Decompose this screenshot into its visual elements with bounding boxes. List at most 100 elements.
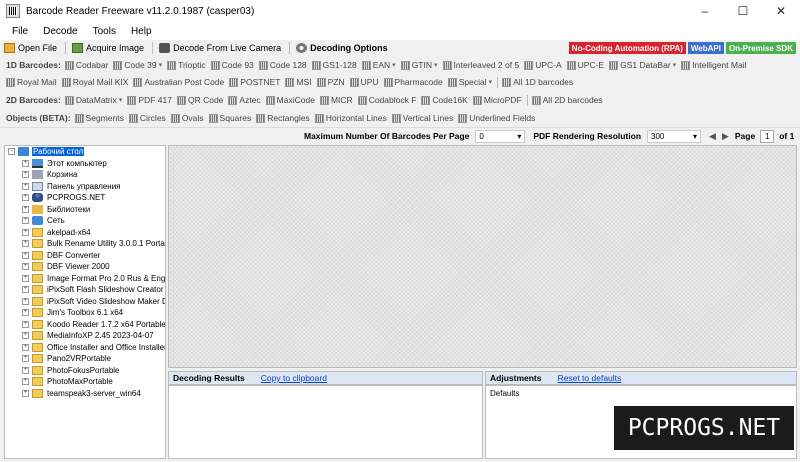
expand-icon[interactable]: +: [22, 389, 29, 397]
barcode-toggle-aztec[interactable]: Aztec: [228, 95, 261, 105]
barcode-toggle-maxicode[interactable]: MaxiCode: [265, 95, 315, 105]
chevron-down-icon[interactable]: ▾: [159, 61, 163, 69]
tree-item[interactable]: + akelpad-x64: [5, 227, 165, 239]
expand-icon[interactable]: +: [22, 286, 29, 294]
rpa-link-badge[interactable]: No-Coding Automation (RPA): [568, 42, 686, 54]
object-toggle-horizontal-lines[interactable]: Horizontal Lines: [314, 113, 387, 123]
object-toggle-vertical-lines[interactable]: Vertical Lines: [391, 113, 453, 123]
barcode-toggle-code128[interactable]: Code 128: [258, 60, 307, 70]
tree-item[interactable]: + Панель управления: [5, 181, 165, 193]
barcode-toggle-royal-mail-kix[interactable]: Royal Mail KIX: [61, 77, 128, 87]
expand-icon[interactable]: +: [22, 251, 29, 259]
page-prev-icon[interactable]: ◀: [709, 131, 716, 142]
chevron-down-icon[interactable]: ▾: [119, 96, 123, 104]
object-toggle-ovals[interactable]: Ovals: [170, 113, 204, 123]
pdf-resolution-select[interactable]: 300 ▾: [647, 129, 702, 143]
barcode-toggle-qrcode[interactable]: QR Code: [176, 95, 223, 105]
barcode-toggle-australian-post[interactable]: Australian Post Code: [133, 77, 224, 87]
barcode-toggle-i2of5[interactable]: Interleaved 2 of 5: [442, 60, 519, 70]
webapi-link-badge[interactable]: WebAPI: [687, 42, 724, 54]
expand-icon[interactable]: +: [22, 320, 29, 328]
tree-item[interactable]: + Jim's Toolbox 6.1 x64: [5, 307, 165, 319]
object-toggle-segments[interactable]: Segments: [74, 113, 124, 123]
barcode-toggle-all-1d[interactable]: All 1D barcodes: [502, 77, 573, 87]
folder-tree[interactable]: - Рабочий стол + Этот компьютер + Корзина + Пан…: [4, 145, 166, 459]
tree-item[interactable]: + Image Format Pro 2.0 Rus & Eng F: [5, 273, 165, 285]
tree-item[interactable]: + DBF Converter: [5, 250, 165, 262]
barcode-toggle-trioptic[interactable]: Trioptic: [167, 60, 206, 70]
chevron-down-icon[interactable]: ▾: [392, 61, 396, 69]
barcode-toggle-micropdf[interactable]: MicroPDF: [472, 95, 522, 105]
barcode-toggle-pharmacode[interactable]: Pharmacode: [383, 77, 443, 87]
tree-item[interactable]: + PhotoMaxPortable: [5, 376, 165, 388]
image-preview-area[interactable]: [168, 145, 797, 368]
barcode-toggle-code16k[interactable]: Code16K: [421, 95, 468, 105]
barcode-toggle-upu[interactable]: UPU: [349, 77, 379, 87]
barcode-toggle-postnet[interactable]: POSTNET: [229, 77, 280, 87]
expand-icon[interactable]: +: [22, 171, 29, 179]
expand-icon[interactable]: +: [22, 205, 29, 213]
tree-item[interactable]: + Библиотеки: [5, 204, 165, 216]
barcode-toggle-ean[interactable]: EAN ▾: [361, 60, 396, 70]
menu-file[interactable]: File: [6, 26, 34, 37]
barcode-toggle-special[interactable]: Special ▾: [447, 77, 493, 87]
barcode-toggle-royal-mail[interactable]: Royal Mail: [6, 77, 57, 87]
acquire-image-button[interactable]: Acquire Image: [72, 43, 144, 53]
expand-icon[interactable]: +: [22, 182, 29, 190]
decoding-options-button[interactable]: Decoding Options: [296, 43, 388, 53]
barcode-toggle-datamatrix[interactable]: DataMatrix ▾: [64, 95, 123, 105]
tree-item[interactable]: + PCPROGS.NET: [5, 192, 165, 204]
expand-icon[interactable]: +: [22, 194, 29, 202]
expand-icon[interactable]: +: [22, 240, 29, 248]
expand-icon[interactable]: +: [22, 228, 29, 236]
sdk-link-badge[interactable]: On-Premise SDK: [725, 42, 796, 54]
barcode-toggle-intelligent-mail[interactable]: Intelligent Mail: [681, 60, 747, 70]
expand-icon[interactable]: +: [22, 309, 29, 317]
chevron-down-icon[interactable]: ▾: [673, 61, 677, 69]
tree-item[interactable]: + Pano2VRPortable: [5, 353, 165, 365]
chevron-down-icon[interactable]: ▾: [434, 61, 438, 69]
tree-item[interactable]: + Корзина: [5, 169, 165, 181]
barcode-toggle-gtin[interactable]: GTIN ▾: [400, 60, 438, 70]
tree-item[interactable]: + teamspeak3-server_win64: [5, 388, 165, 400]
expand-icon[interactable]: +: [22, 378, 29, 386]
tree-item[interactable]: + Office Installer and Office Installer+: [5, 342, 165, 354]
tree-item[interactable]: + Bulk Rename Utility 3.0.0.1 Portab: [5, 238, 165, 250]
expand-icon[interactable]: +: [22, 343, 29, 351]
reset-defaults-link[interactable]: Reset to defaults: [557, 373, 621, 383]
menu-decode[interactable]: Decode: [37, 26, 83, 37]
barcode-toggle-gs1-128[interactable]: GS1-128: [311, 60, 357, 70]
barcode-toggle-code93[interactable]: Code 93: [210, 60, 254, 70]
tree-item[interactable]: + Сеть: [5, 215, 165, 227]
barcode-toggle-micr[interactable]: MICR: [319, 95, 353, 105]
tree-item[interactable]: + PhotoFokusPortable: [5, 365, 165, 377]
expand-icon[interactable]: +: [22, 366, 29, 374]
decode-camera-button[interactable]: Decode From Live Camera: [159, 43, 281, 53]
expand-icon[interactable]: +: [22, 332, 29, 340]
object-toggle-underlined-fields[interactable]: Underlined Fields: [458, 113, 535, 123]
tree-item[interactable]: + Этот компьютер: [5, 158, 165, 170]
page-next-icon[interactable]: ▶: [722, 131, 729, 142]
menu-help[interactable]: Help: [125, 26, 158, 37]
maximize-button[interactable]: ☐: [724, 0, 762, 22]
chevron-down-icon[interactable]: ▾: [489, 78, 493, 86]
barcode-toggle-msi[interactable]: MSI: [285, 77, 312, 87]
object-toggle-rectangles[interactable]: Rectangles: [256, 113, 310, 123]
tree-item[interactable]: + Koodo Reader 1.7.2 x64 Portable: [5, 319, 165, 331]
expand-icon[interactable]: +: [22, 263, 29, 271]
barcode-toggle-pzn[interactable]: PZN: [316, 77, 345, 87]
tree-item[interactable]: + MediaInfoXP 2.45 2023-04-07: [5, 330, 165, 342]
expand-icon[interactable]: +: [22, 217, 29, 225]
collapse-icon[interactable]: -: [8, 148, 15, 156]
page-number-input[interactable]: 1: [760, 129, 775, 143]
barcode-toggle-gs1-databar[interactable]: GS1 DataBar ▾: [609, 60, 676, 70]
expand-icon[interactable]: +: [22, 274, 29, 282]
object-toggle-circles[interactable]: Circles: [128, 113, 166, 123]
close-button[interactable]: ✕: [762, 0, 800, 22]
max-barcodes-select[interactable]: 0 ▾: [475, 129, 526, 143]
barcode-toggle-codabar[interactable]: Codabar: [64, 60, 108, 70]
barcode-toggle-upce[interactable]: UPC-E: [566, 60, 604, 70]
barcode-toggle-codablock-f[interactable]: Codablock F: [357, 95, 416, 105]
open-file-button[interactable]: Open File: [4, 43, 57, 53]
tree-item[interactable]: + DBF Viewer 2000: [5, 261, 165, 273]
